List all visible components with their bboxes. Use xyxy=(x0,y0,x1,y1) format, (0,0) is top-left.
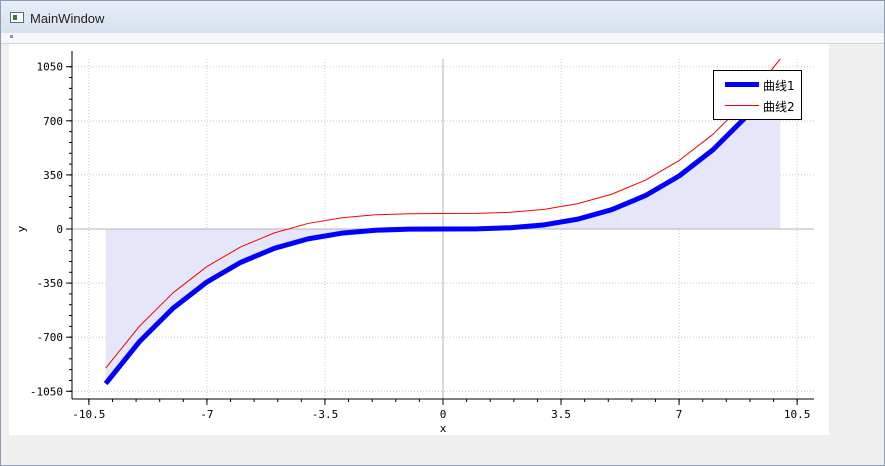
x-tick-label-2: -3.5 xyxy=(312,408,339,421)
x-tick-label-6: 10.5 xyxy=(784,408,811,421)
x-tick-label-5: 7 xyxy=(676,408,683,421)
menu-bar xyxy=(1,33,884,44)
title-bar: MainWindow xyxy=(1,1,884,34)
legend-label-series-2: 曲线2 xyxy=(763,100,795,114)
legend-label-series-1: 曲线1 xyxy=(763,79,795,93)
plot-panel[interactable]: -10.5 -7 -3.5 0 3.5 7 10.5 1050 700 350 0 -350 -700… xyxy=(9,44,829,435)
x-axis-title: x xyxy=(440,422,447,435)
chart-canvas[interactable]: -10.5 -7 -3.5 0 3.5 7 10.5 1050 700 350 0 -350 -700… xyxy=(9,44,829,435)
x-tick-label-4: 3.5 xyxy=(551,408,571,421)
legend-item-series-2[interactable]: 曲线2 xyxy=(714,96,801,116)
legend-item-series-1[interactable]: 曲线1 xyxy=(714,75,801,95)
y-tick-label-2: 350 xyxy=(43,169,63,182)
y-tick-label-1: 700 xyxy=(43,115,63,128)
x-tick-label-3: 0 xyxy=(440,408,447,421)
y-tick-label-4: -350 xyxy=(37,277,64,290)
x-axis-ticks: -10.5 -7 -3.5 0 3.5 7 10.5 xyxy=(72,399,810,421)
y-axis-title: y xyxy=(15,225,28,232)
y-tick-label-0: 1050 xyxy=(37,61,64,74)
y-tick-label-5: -700 xyxy=(37,331,64,344)
legend-swatch-series-1 xyxy=(725,82,759,87)
app-window-icon xyxy=(10,12,24,23)
x-tick-label-1: -7 xyxy=(200,408,213,421)
window-title: MainWindow xyxy=(30,11,105,26)
main-window: MainWindow -10.5 -7 -3.5 0 3.5 7 10.5 1050 700 3… xyxy=(0,0,885,466)
y-tick-label-3: 0 xyxy=(56,223,63,236)
legend-swatch-series-2 xyxy=(725,105,759,106)
y-tick-label-6: -1050 xyxy=(30,385,63,398)
y-axis-ticks: 1050 700 350 0 -350 -700 -1050 xyxy=(30,61,72,398)
x-tick-label-0: -10.5 xyxy=(72,408,105,421)
legend[interactable]: 曲线1 曲线2 xyxy=(713,70,802,120)
menu-grip-icon xyxy=(10,35,13,38)
